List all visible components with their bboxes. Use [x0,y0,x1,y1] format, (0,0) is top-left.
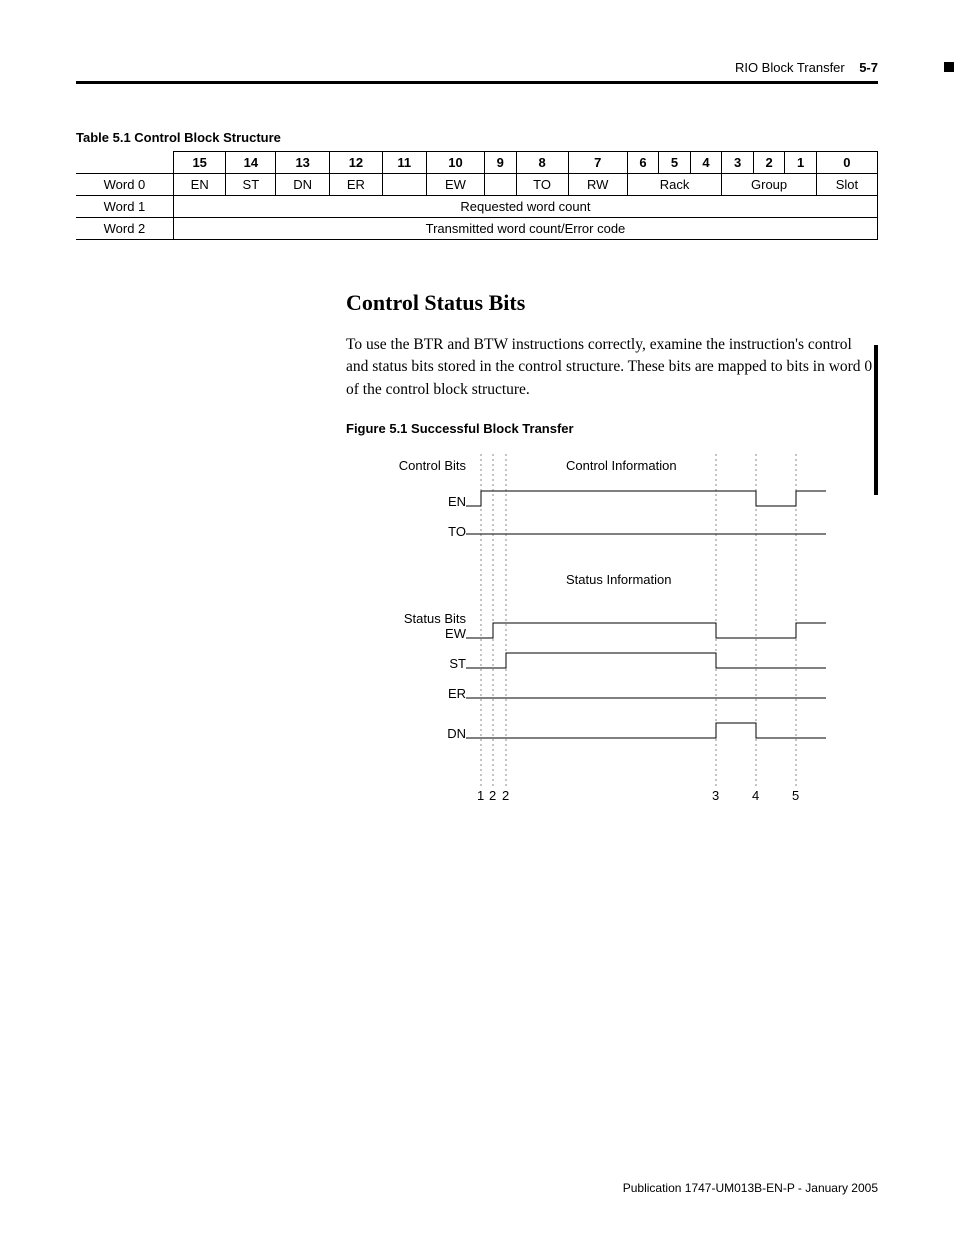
table-cell: Transmitted word count/Error code [173,218,877,240]
label-control-info: Control Information [566,458,677,473]
header-page: 5-7 [859,60,878,75]
label-st: ST [396,656,466,671]
marker-3: 3 [712,788,719,803]
label-er: ER [396,686,466,701]
table-bit-header: 10 [426,152,484,174]
section-heading: Control Status Bits [346,290,878,316]
header-section: RIO Block Transfer [735,60,845,75]
table-cell: ST [226,174,276,196]
table-bit-header: 12 [330,152,383,174]
label-dn: DN [396,726,466,741]
table-cell: Requested word count [173,196,877,218]
table-cell [485,174,517,196]
table-bit-header: 1 [785,152,817,174]
change-bar-marker [944,62,954,72]
label-control-bits: Control Bits [396,458,466,473]
table-cell: Rack [627,174,722,196]
marker-2a: 2 [489,788,496,803]
table-cell [382,174,426,196]
table-bit-header: 0 [816,152,877,174]
timing-diagram: Control Bits Control Information EN TO S… [396,446,826,806]
table-cell: Group [722,174,817,196]
header-rule [76,81,878,84]
table-bit-header: 6 [627,152,659,174]
change-bar [874,345,878,495]
table-bit-header: 3 [722,152,754,174]
table-bit-header: 9 [485,152,517,174]
table-bit-header: 13 [276,152,330,174]
label-status-info: Status Information [566,572,672,587]
table-cell: EN [173,174,226,196]
label-ew: EW [396,626,466,641]
label-en: EN [396,494,466,509]
table-bit-header: 4 [690,152,722,174]
table-bit-header: 14 [226,152,276,174]
table-cell: TO [516,174,568,196]
table-corner [76,152,173,174]
table-cell: DN [276,174,330,196]
table-row-label: Word 2 [76,218,173,240]
table-bit-header: 8 [516,152,568,174]
table-bit-header: 15 [173,152,226,174]
table-caption: Table 5.1 Control Block Structure [76,130,878,145]
table-cell: RW [568,174,627,196]
marker-2b: 2 [502,788,509,803]
section-body: To use the BTR and BTW instructions corr… [346,334,878,401]
table-bit-header: 7 [568,152,627,174]
table-cell: EW [426,174,484,196]
table-bit-header: 2 [753,152,785,174]
table-row-label: Word 1 [76,196,173,218]
footer-publication: Publication 1747-UM013B-EN-P - January 2… [623,1181,878,1195]
table-bit-header: 5 [659,152,691,174]
figure-caption: Figure 5.1 Successful Block Transfer [346,421,878,436]
marker-4: 4 [752,788,759,803]
label-status-bits: Status Bits [396,611,466,626]
marker-1: 1 [477,788,484,803]
label-to: TO [396,524,466,539]
marker-5: 5 [792,788,799,803]
control-block-table: 1514131211109876543210Word 0ENSTDNEREWTO… [76,151,878,240]
table-row-label: Word 0 [76,174,173,196]
table-cell: Slot [816,174,877,196]
table-cell: ER [330,174,383,196]
table-bit-header: 11 [382,152,426,174]
